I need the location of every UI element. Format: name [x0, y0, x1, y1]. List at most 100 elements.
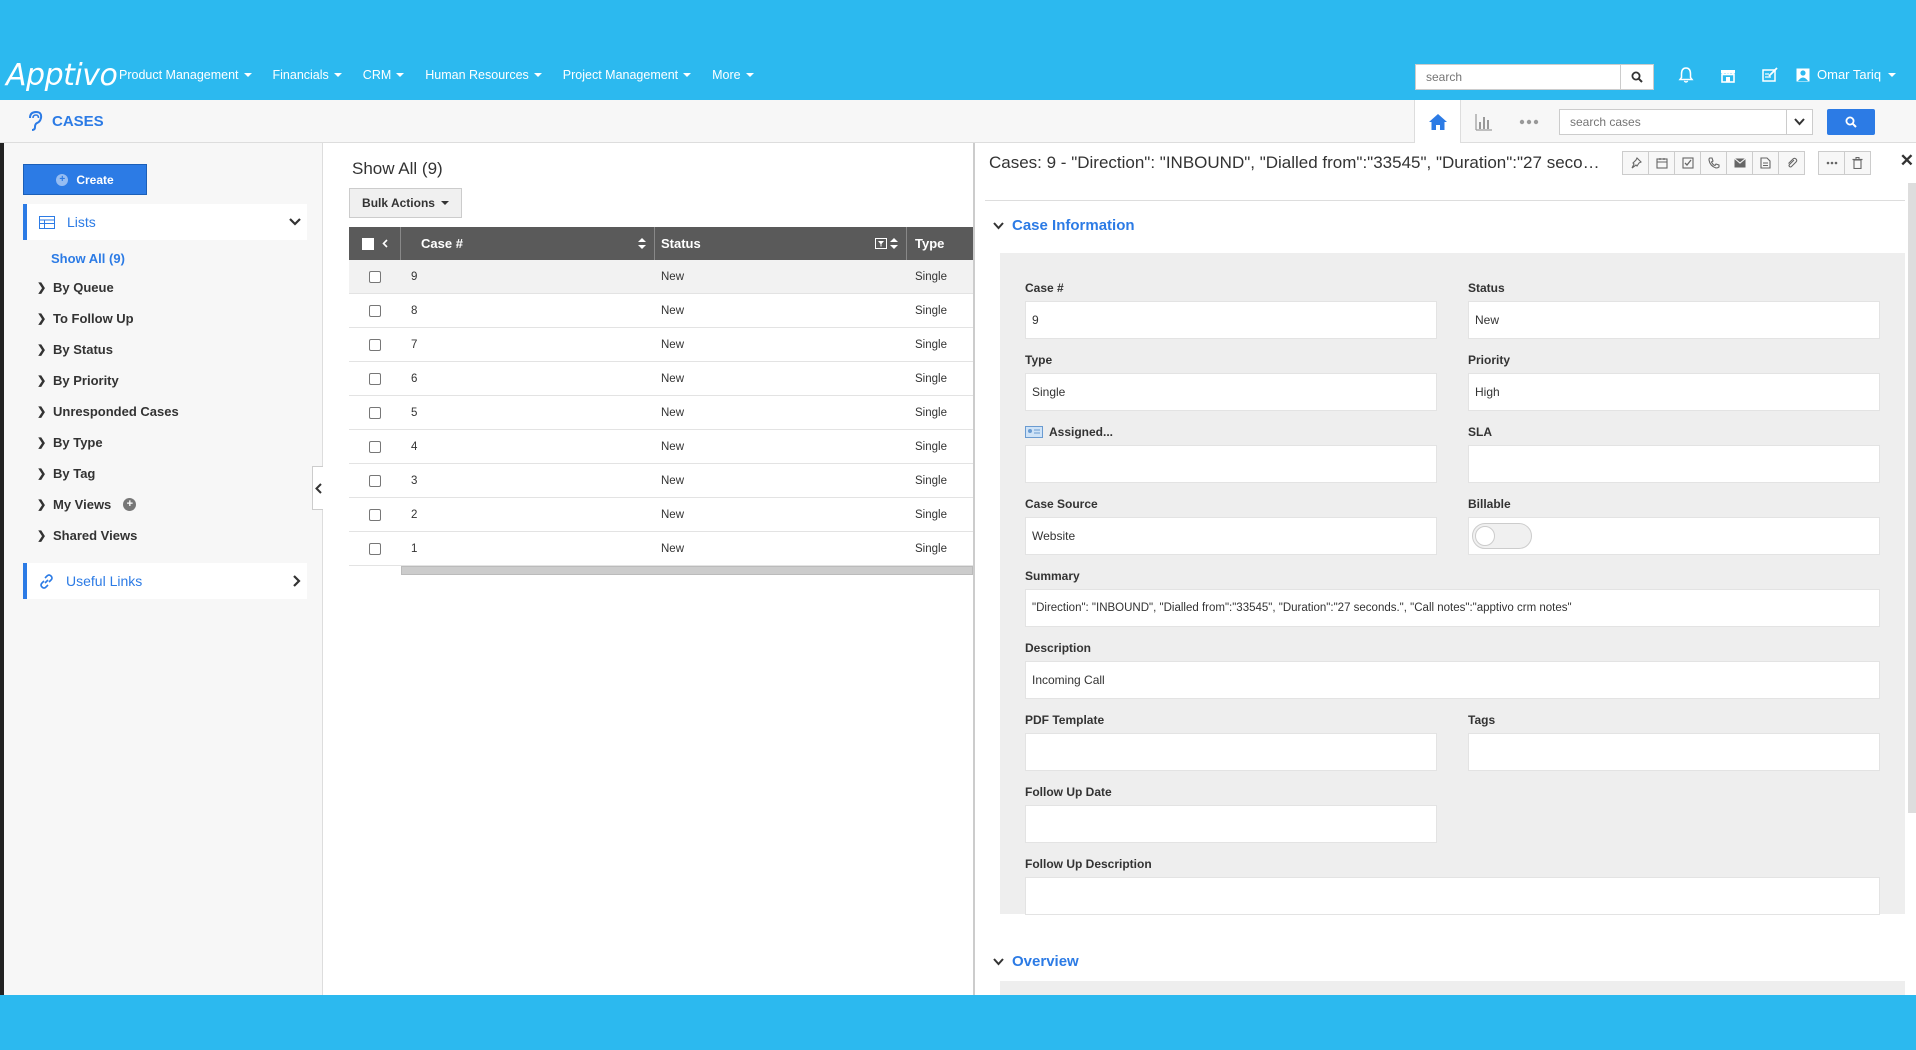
top-band — [0, 0, 1916, 50]
compose-icon[interactable] — [1759, 64, 1781, 86]
column-header-status[interactable]: Status — [655, 227, 907, 260]
global-search-button[interactable] — [1620, 65, 1653, 89]
case-search-input[interactable] — [1560, 109, 1786, 134]
bell-icon[interactable] — [1675, 64, 1697, 86]
menu-human-resources[interactable]: Human Resources — [425, 68, 542, 82]
table-row[interactable]: 7 New Single — [349, 328, 973, 362]
task-button[interactable] — [1674, 151, 1701, 175]
summary-field[interactable]: "Direction": "INBOUND", "Dialled from":"… — [1025, 589, 1880, 627]
bulk-actions-button[interactable]: Bulk Actions — [349, 188, 462, 218]
sidebar-item-to-follow-up[interactable]: ❯ To Follow Up — [37, 303, 179, 334]
sidebar-item-show-all[interactable]: Show All (9) — [51, 251, 125, 266]
sidebar-item-by-type[interactable]: ❯ By Type — [37, 427, 179, 458]
table-row[interactable]: 8 New Single — [349, 294, 973, 328]
chevron-right-icon: ❯ — [37, 344, 47, 356]
lists-panel-header[interactable]: Lists — [23, 204, 307, 240]
row-checkbox[interactable] — [369, 304, 381, 317]
row-checkbox[interactable] — [369, 508, 381, 521]
table-row[interactable]: 1 New Single — [349, 532, 973, 566]
label-type: Type — [1025, 353, 1053, 367]
caret-down-icon — [396, 73, 405, 77]
table-row[interactable]: 4 New Single — [349, 430, 973, 464]
sidebar-item-by-priority[interactable]: ❯ By Priority — [37, 365, 179, 396]
sidebar-item-unresponded-cases[interactable]: ❯ Unresponded Cases — [37, 396, 179, 427]
chevron-left-icon[interactable] — [381, 239, 388, 248]
case-list-pane: Show All (9) Bulk Actions Case # Status — [323, 143, 973, 995]
row-checkbox[interactable] — [369, 542, 381, 555]
add-view-icon[interactable]: + — [123, 498, 137, 511]
create-button[interactable]: + Create — [23, 164, 147, 195]
table-row[interactable]: 6 New Single — [349, 362, 973, 396]
cell-status: New — [661, 440, 685, 453]
apptivo-logo[interactable]: Apptivo — [6, 58, 118, 93]
type-field[interactable]: Single — [1025, 373, 1437, 411]
global-search — [1415, 64, 1654, 90]
table-row[interactable]: 3 New Single — [349, 464, 973, 498]
follow-up-date-field[interactable] — [1025, 805, 1437, 843]
label-sla: SLA — [1468, 425, 1492, 439]
pin-button[interactable] — [1622, 151, 1649, 175]
row-checkbox[interactable] — [369, 440, 381, 453]
call-button[interactable] — [1700, 151, 1727, 175]
row-checkbox[interactable] — [369, 474, 381, 487]
user-avatar-icon — [1796, 68, 1810, 81]
horizontal-scrollbar[interactable] — [401, 566, 973, 575]
menu-product-management[interactable]: Product Management — [119, 68, 252, 82]
section-case-information[interactable]: Case Information — [993, 217, 1135, 234]
table-row[interactable]: 2 New Single — [349, 498, 973, 532]
row-checkbox[interactable] — [369, 338, 381, 351]
useful-links-panel-header[interactable]: Useful Links — [23, 563, 307, 599]
menu-project-management[interactable]: Project Management — [563, 68, 692, 82]
vertical-scrollbar[interactable] — [1908, 183, 1916, 813]
case-number-field[interactable]: 9 — [1025, 301, 1437, 339]
sidebar-item-my-views[interactable]: ❯ My Views + — [37, 489, 179, 520]
table-row[interactable]: 9 New Single — [349, 260, 973, 294]
module-title[interactable]: CASES — [26, 110, 104, 132]
calendar-button[interactable] — [1648, 151, 1675, 175]
close-icon[interactable]: ✕ — [1900, 151, 1914, 171]
attach-button[interactable] — [1778, 151, 1805, 175]
sidebar-item-by-status[interactable]: ❯ By Status — [37, 334, 179, 365]
sidebar-item-by-queue[interactable]: ❯ By Queue — [37, 272, 179, 303]
reports-tab[interactable] — [1461, 100, 1506, 143]
global-search-input[interactable] — [1416, 65, 1620, 89]
sidebar-item-shared-views[interactable]: ❯ Shared Views — [37, 520, 179, 551]
sla-field[interactable] — [1468, 445, 1880, 483]
row-checkbox[interactable] — [369, 270, 381, 283]
cell-case-number: 3 — [411, 474, 418, 487]
row-checkbox[interactable] — [369, 372, 381, 385]
status-field[interactable]: New — [1468, 301, 1880, 339]
column-header-type[interactable]: Type — [907, 227, 973, 260]
select-all-checkbox[interactable] — [361, 237, 374, 250]
description-field[interactable]: Incoming Call — [1025, 661, 1880, 699]
phone-icon — [1707, 157, 1720, 169]
pdf-template-field[interactable] — [1025, 733, 1437, 771]
section-overview[interactable]: Overview — [993, 953, 1079, 970]
case-source-field[interactable]: Website — [1025, 517, 1437, 555]
sidebar-item-by-tag[interactable]: ❯ By Tag — [37, 458, 179, 489]
case-search-dropdown[interactable] — [1786, 109, 1812, 134]
menu-more[interactable]: More — [712, 68, 754, 82]
case-search-button[interactable] — [1827, 108, 1875, 135]
billable-toggle[interactable] — [1472, 523, 1532, 549]
store-icon[interactable] — [1717, 64, 1739, 86]
user-menu[interactable]: Omar Tariq — [1796, 67, 1897, 82]
row-checkbox[interactable] — [369, 406, 381, 419]
contact-card-icon — [1025, 426, 1043, 438]
menu-crm[interactable]: CRM — [363, 68, 405, 82]
note-button[interactable] — [1752, 151, 1779, 175]
filter-icon[interactable] — [875, 238, 887, 249]
email-button[interactable] — [1726, 151, 1753, 175]
table-row[interactable]: 5 New Single — [349, 396, 973, 430]
assigned-field[interactable] — [1025, 445, 1437, 483]
follow-up-description-field[interactable] — [1025, 877, 1880, 915]
cell-type: Single — [915, 338, 947, 351]
more-actions-button[interactable] — [1818, 151, 1845, 175]
menu-financials[interactable]: Financials — [273, 68, 342, 82]
priority-field[interactable]: High — [1468, 373, 1880, 411]
tags-field[interactable] — [1468, 733, 1880, 771]
column-header-case[interactable]: Case # — [401, 227, 655, 260]
home-tab[interactable] — [1414, 100, 1461, 143]
delete-button[interactable] — [1844, 151, 1871, 175]
more-options[interactable] — [1506, 100, 1551, 143]
